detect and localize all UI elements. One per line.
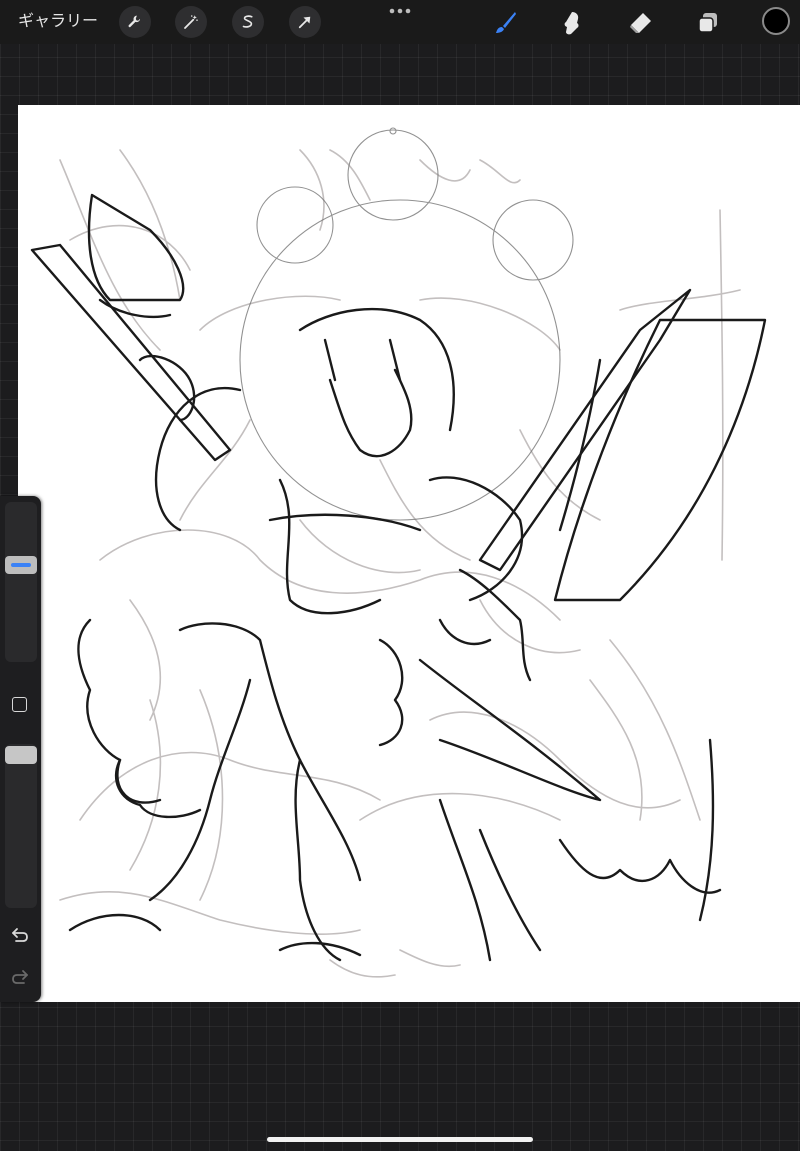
- home-indicator[interactable]: [267, 1137, 533, 1142]
- layers-button[interactable]: [691, 6, 725, 40]
- actions-button[interactable]: [119, 6, 151, 38]
- arrow-cursor-icon: [298, 16, 311, 29]
- brush-tool-button[interactable]: [488, 6, 522, 40]
- adjustments-button[interactable]: [175, 6, 207, 38]
- left-sidebar: [0, 496, 41, 1002]
- opacity-slider[interactable]: [5, 744, 37, 908]
- wrench-icon: [128, 15, 141, 28]
- brush-size-thumb[interactable]: [5, 556, 37, 575]
- drawing-canvas[interactable]: [18, 105, 800, 1002]
- brush-size-slider[interactable]: [5, 502, 37, 662]
- brush-icon: [496, 12, 516, 33]
- modify-button-square-icon[interactable]: [12, 697, 27, 712]
- smudge-icon: [564, 12, 579, 35]
- smudge-tool-button[interactable]: [555, 6, 589, 40]
- gallery-button[interactable]: ギャラリー: [18, 10, 98, 32]
- transform-button[interactable]: [289, 6, 321, 38]
- layers-icon: [698, 13, 717, 33]
- magic-wand-icon: [184, 15, 198, 29]
- redo-button[interactable]: [9, 966, 31, 988]
- selection-button[interactable]: [232, 6, 264, 38]
- color-picker-button[interactable]: [762, 7, 790, 35]
- sketch-artwork: [30, 127, 767, 978]
- procreate-app: ギャラリー: [0, 0, 800, 1151]
- opacity-thumb[interactable]: [5, 746, 37, 764]
- selection-s-icon: [242, 15, 253, 28]
- top-toolbar: ギャラリー: [0, 0, 800, 44]
- undo-icon: [12, 928, 28, 942]
- more-dots-icon[interactable]: [388, 4, 412, 18]
- redo-icon: [12, 970, 28, 984]
- eraser-tool-button[interactable]: [623, 6, 657, 40]
- undo-button[interactable]: [9, 924, 31, 946]
- eraser-icon: [630, 13, 651, 33]
